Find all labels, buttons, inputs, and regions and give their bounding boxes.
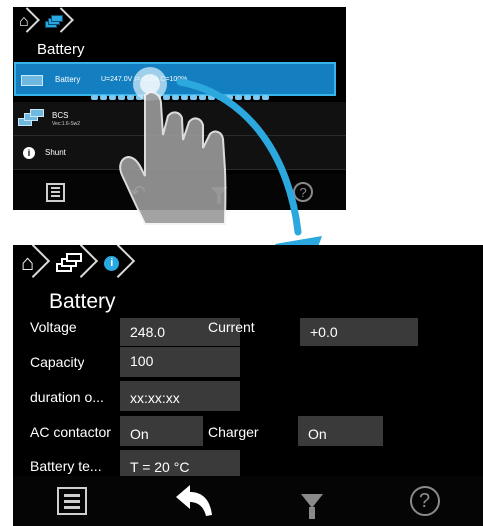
toolbar: ? <box>13 476 483 526</box>
menu-icon[interactable] <box>56 487 87 515</box>
list-item-bcs[interactable]: BCS Vec:1.6-Sw2 <box>13 102 346 136</box>
help-icon[interactable]: ? <box>293 182 314 202</box>
ac-contactor-value: On <box>120 416 203 446</box>
info-icon: i <box>23 146 35 159</box>
voltage-label: Voltage <box>30 319 77 335</box>
list-item-shunt[interactable]: i Shunt <box>13 136 346 170</box>
battery-cells-strip <box>91 95 269 100</box>
row-values: U=247.0V I=+0.0A C=100% <box>101 75 188 83</box>
duration-label: duration o... <box>30 389 104 405</box>
top-screen: ⌂ Battery Battery U=247.0V I=+0.0A C=100… <box>13 7 346 210</box>
capacity-value: 100 <box>120 347 240 377</box>
battery-temp-value: T = 20 °C <box>120 450 240 476</box>
breadcrumb-home[interactable]: ⌂ <box>13 7 39 37</box>
battery-stack-icon <box>18 108 48 129</box>
filter-icon[interactable] <box>300 494 323 519</box>
battery-icon <box>21 69 51 89</box>
current-label: Current <box>208 319 255 335</box>
breadcrumb-info[interactable]: i <box>96 245 133 281</box>
toolbar: ↶ ? <box>13 174 346 210</box>
row-title: BCS <box>52 110 69 120</box>
info-icon: i <box>104 255 120 271</box>
capacity-label: Capacity <box>30 354 85 370</box>
battery-icon <box>44 15 63 29</box>
row-subtitle: Vec:1.6-Sw2 <box>52 120 81 127</box>
page-title: Battery <box>37 41 85 58</box>
current-value: +0.0 <box>300 318 418 346</box>
row-label: Battery <box>55 74 81 84</box>
charger-value: On <box>298 416 383 446</box>
battery-temp-label: Battery te... <box>30 458 102 474</box>
breadcrumb-battery[interactable] <box>39 7 73 37</box>
breadcrumb: ⌂ <box>13 7 73 37</box>
breadcrumb-home[interactable]: ⌂ <box>13 245 48 281</box>
page-title: Battery <box>49 290 116 313</box>
row-label: BCS Vec:1.6-Sw2 <box>52 111 98 127</box>
bottom-screen: ⌂ i Battery Voltage 248.0 Current +0.0 C… <box>13 245 483 526</box>
row-label: Shunt <box>45 148 66 157</box>
list-item-battery[interactable]: Battery U=247.0V I=+0.0A C=100% <box>14 62 336 96</box>
menu-icon[interactable] <box>45 182 65 202</box>
charger-label: Charger <box>208 424 259 440</box>
home-icon: ⌂ <box>19 13 29 30</box>
filter-icon[interactable] <box>211 187 228 204</box>
stack-icon <box>56 252 83 274</box>
breadcrumb: ⌂ i <box>13 245 133 281</box>
back-icon[interactable]: ↶ <box>131 182 146 203</box>
help-icon[interactable]: ? <box>409 486 440 516</box>
breadcrumb-devices[interactable] <box>48 245 96 281</box>
duration-value: xx:xx:xx <box>120 381 240 411</box>
back-icon[interactable] <box>174 483 214 519</box>
home-icon: ⌂ <box>21 250 35 275</box>
ac-contactor-label: AC contactor <box>30 424 111 440</box>
